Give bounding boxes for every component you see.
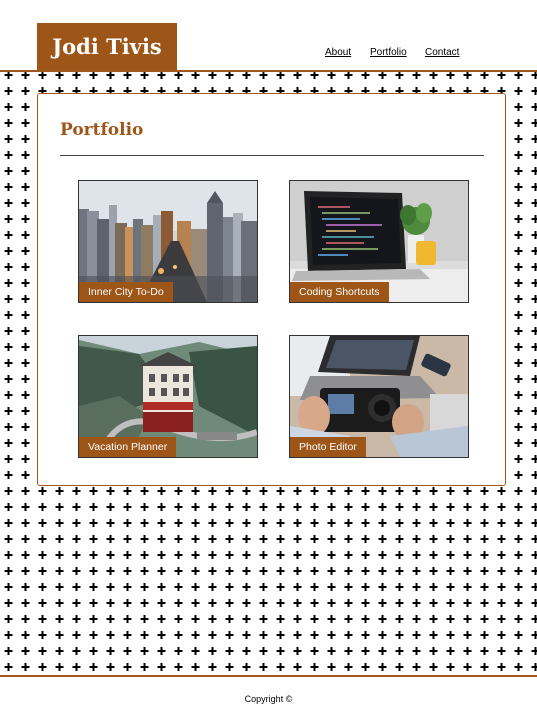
project-card-photo-editor[interactable]: Photo Editor: [289, 335, 469, 458]
portfolio-panel: Portfolio Inner City To-Do Coding Shortc…: [37, 93, 506, 486]
project-caption: Inner City To-Do: [79, 282, 173, 302]
nav-link-portfolio[interactable]: Portfolio: [370, 47, 407, 58]
nav-link-contact[interactable]: Contact: [425, 47, 459, 58]
project-caption: Vacation Planner: [79, 437, 177, 457]
title-divider: [60, 155, 484, 156]
main-nav: About Portfolio Contact: [0, 47, 537, 61]
project-card-inner-city[interactable]: Inner City To-Do: [78, 180, 258, 303]
project-card-coding-shortcuts[interactable]: Coding Shortcuts: [289, 180, 469, 303]
page-title: Portfolio: [60, 120, 144, 140]
project-card-vacation-planner[interactable]: Vacation Planner: [78, 335, 258, 458]
site-footer: Copyright ©: [0, 675, 537, 720]
site-header: Jodi Tivis About Portfolio Contact: [0, 0, 537, 72]
project-caption: Coding Shortcuts: [290, 282, 389, 302]
nav-link-about[interactable]: About: [325, 47, 351, 58]
project-caption: Photo Editor: [290, 437, 366, 457]
copyright-text: Copyright ©: [244, 694, 293, 704]
